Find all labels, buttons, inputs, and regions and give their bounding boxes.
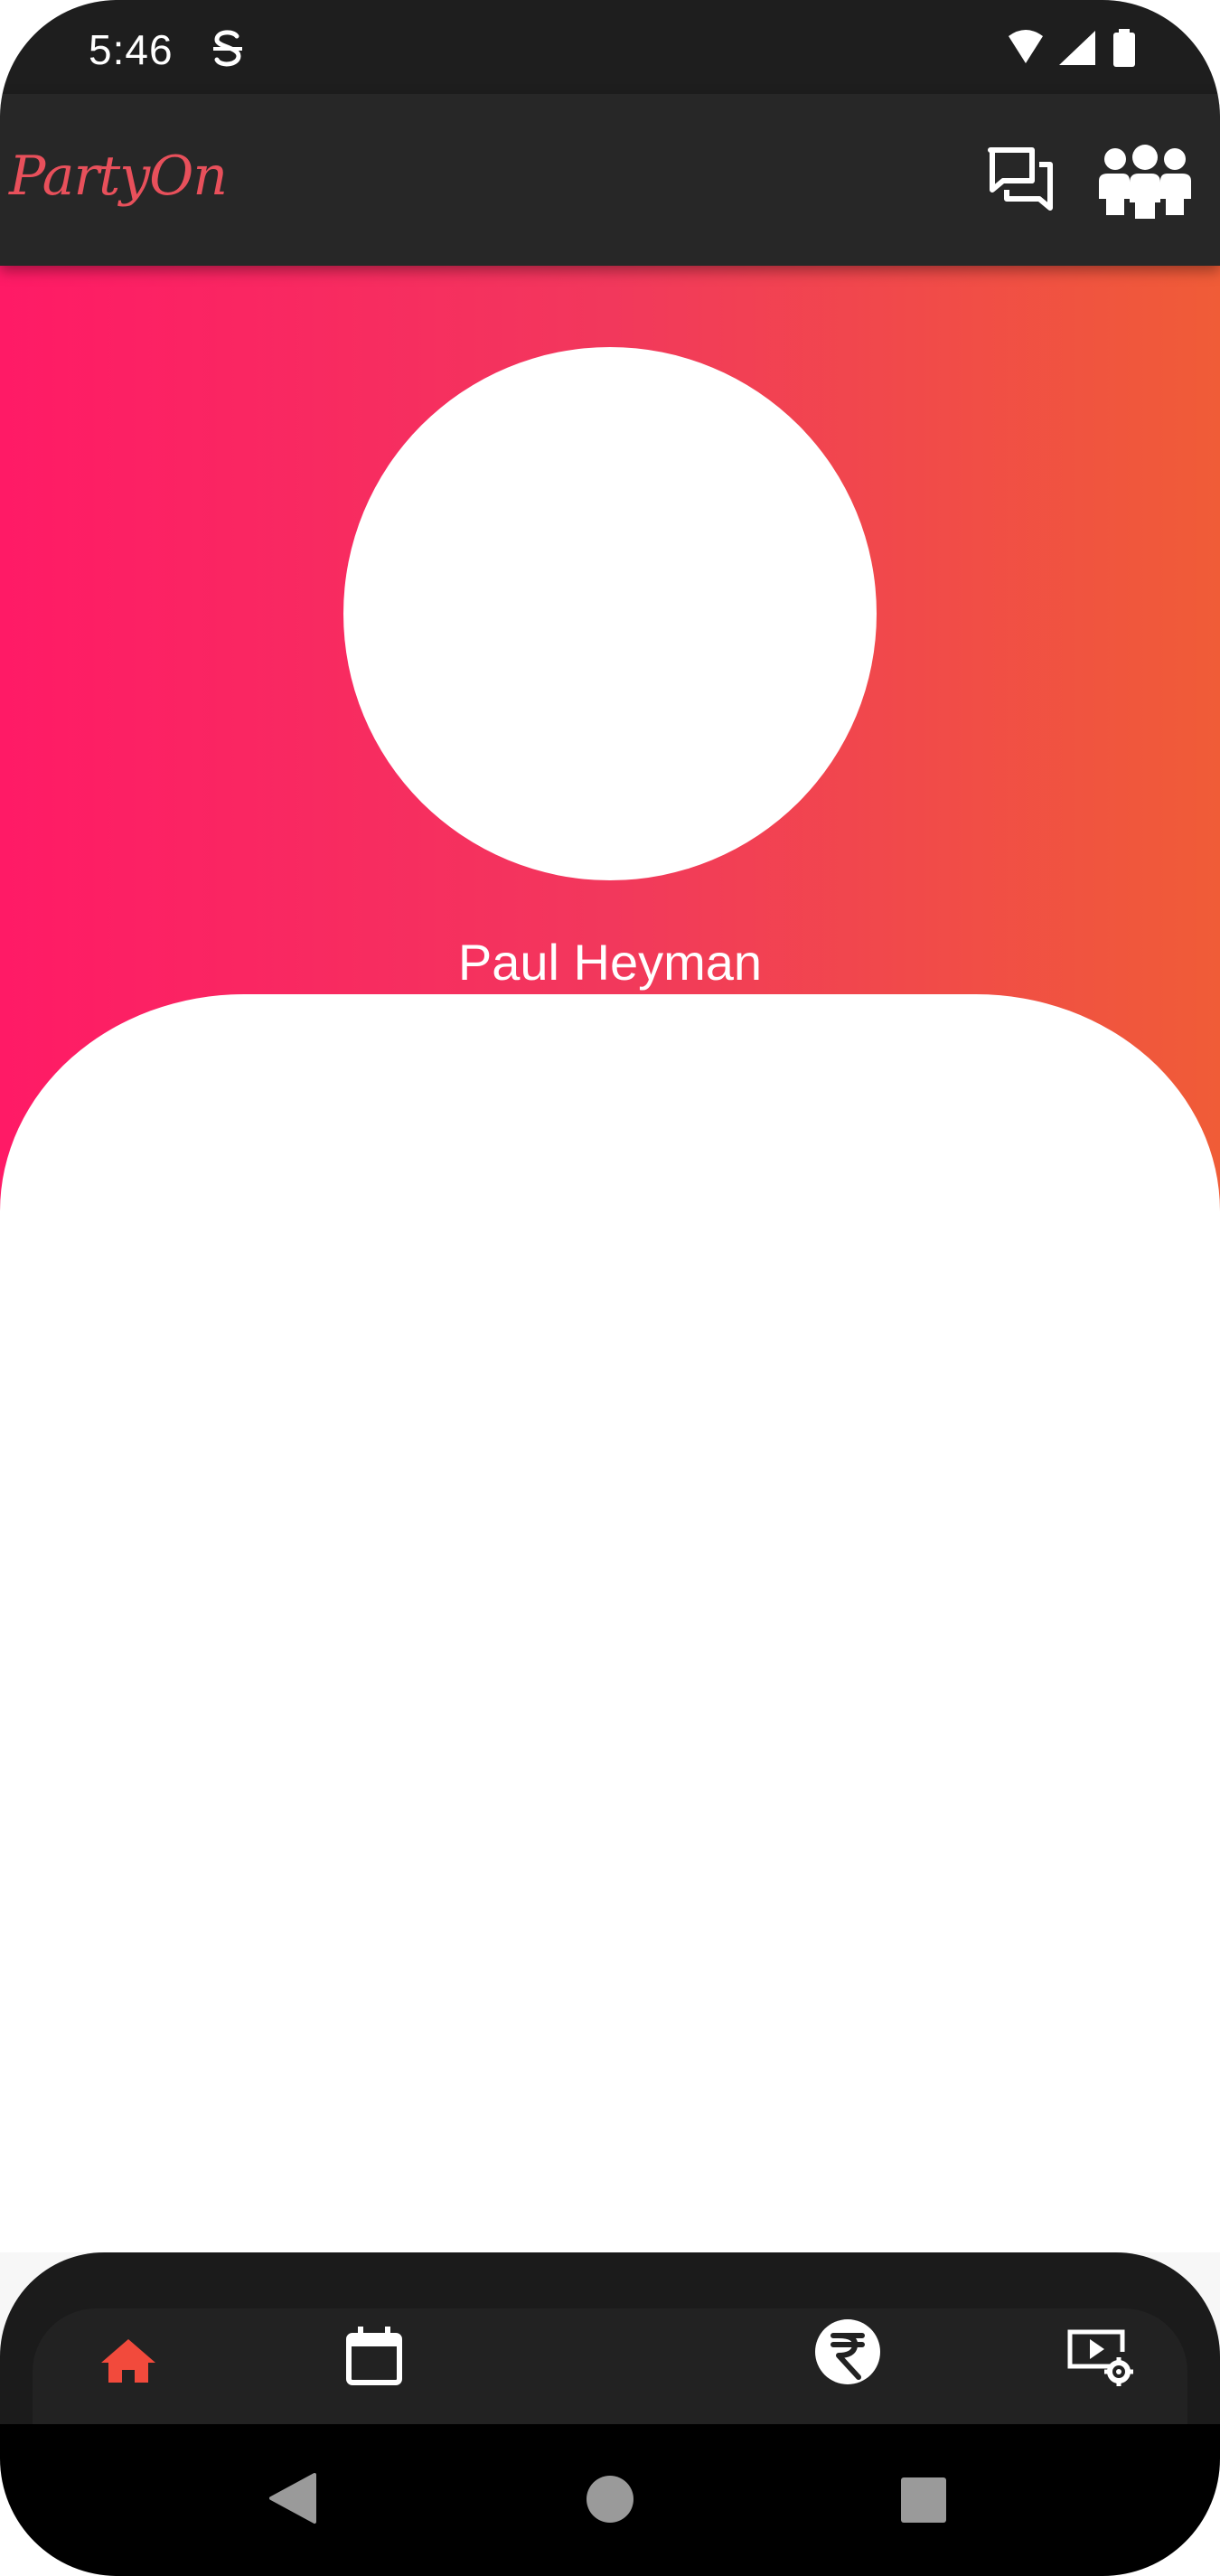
phone-screen: 5:46 PartyOn Paul Heyman: [0, 0, 1220, 2576]
battery-icon: [1113, 29, 1135, 67]
recents-icon[interactable]: [900, 2477, 947, 2524]
signal-icon: [1059, 31, 1095, 65]
status-bar: 5:46: [0, 0, 1220, 94]
profile-content-card: [0, 994, 1220, 2260]
status-right-icons: [1009, 29, 1135, 67]
home-icon[interactable]: [92, 2327, 164, 2399]
bottom-navigation-frame: [0, 2252, 1220, 2424]
app-logo: PartyOn: [9, 145, 228, 208]
profile-name: Paul Heyman: [457, 934, 763, 991]
bottom-navigation: [33, 2308, 1187, 2424]
system-navigation-bar: [0, 2424, 1220, 2576]
calendar-icon[interactable]: [338, 2321, 410, 2393]
rupee-icon[interactable]: [812, 2316, 884, 2388]
avatar[interactable]: [343, 347, 877, 880]
chat-icon[interactable]: [985, 145, 1057, 217]
s-app-icon: [213, 30, 242, 67]
video-settings-icon[interactable]: [1063, 2321, 1135, 2393]
bottom-navigation-area: [0, 2252, 1220, 2424]
home-circle-icon[interactable]: [586, 2475, 634, 2524]
group-icon[interactable]: [1095, 143, 1195, 219]
app-bar: PartyOn: [0, 94, 1220, 266]
wifi-icon: [1009, 30, 1043, 63]
back-icon[interactable]: [267, 2471, 316, 2525]
status-time: 5:46: [89, 26, 174, 73]
